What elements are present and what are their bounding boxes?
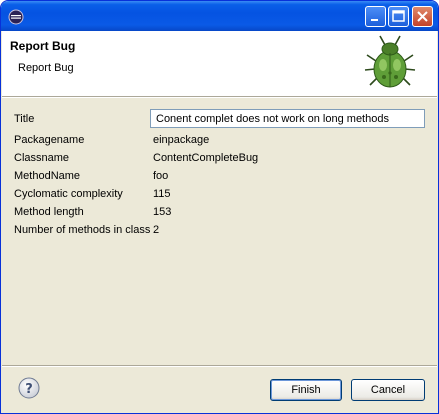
close-button[interactable] <box>412 6 433 27</box>
title-bar[interactable] <box>1 1 438 31</box>
packagename-label: Packagename <box>14 134 85 146</box>
title-input[interactable] <box>150 109 425 128</box>
eclipse-icon <box>8 9 24 25</box>
svg-text:?: ? <box>25 382 33 397</box>
cancel-button-label: Cancel <box>370 384 406 396</box>
cyclomatic-complexity-value: 115 <box>153 188 171 200</box>
title-label: Title <box>14 113 35 125</box>
classname-value: ContentCompleteBug <box>153 152 259 164</box>
report-bug-window: Report Bug Report Bug Title Packagename … <box>0 0 439 414</box>
methodname-label: MethodName <box>14 170 81 182</box>
minimize-icon <box>371 19 378 21</box>
close-icon <box>417 11 428 22</box>
cancel-button[interactable]: Cancel <box>351 379 425 401</box>
maximize-icon <box>392 10 405 22</box>
header-separator <box>2 96 437 98</box>
method-length-value: 153 <box>153 206 172 218</box>
wizard-header: Report Bug Report Bug <box>2 31 437 96</box>
page-title: Report Bug <box>10 39 76 53</box>
page-subtitle: Report Bug <box>18 62 74 74</box>
finish-button[interactable]: Finish <box>270 379 342 401</box>
packagename-value: einpackage <box>153 134 210 146</box>
method-length-label: Method length <box>14 206 84 218</box>
footer-separator <box>2 365 437 367</box>
minimize-button[interactable] <box>365 6 386 27</box>
number-of-methods-label: Number of methods in class <box>14 224 151 236</box>
cyclomatic-complexity-label: Cyclomatic complexity <box>14 188 123 200</box>
classname-label: Classname <box>14 152 70 164</box>
finish-button-label: Finish <box>291 384 321 396</box>
bug-icon <box>364 35 416 88</box>
methodname-value: foo <box>153 170 169 182</box>
maximize-button[interactable] <box>388 6 409 27</box>
help-icon[interactable]: ? <box>18 377 40 399</box>
number-of-methods-value: 2 <box>153 224 160 236</box>
